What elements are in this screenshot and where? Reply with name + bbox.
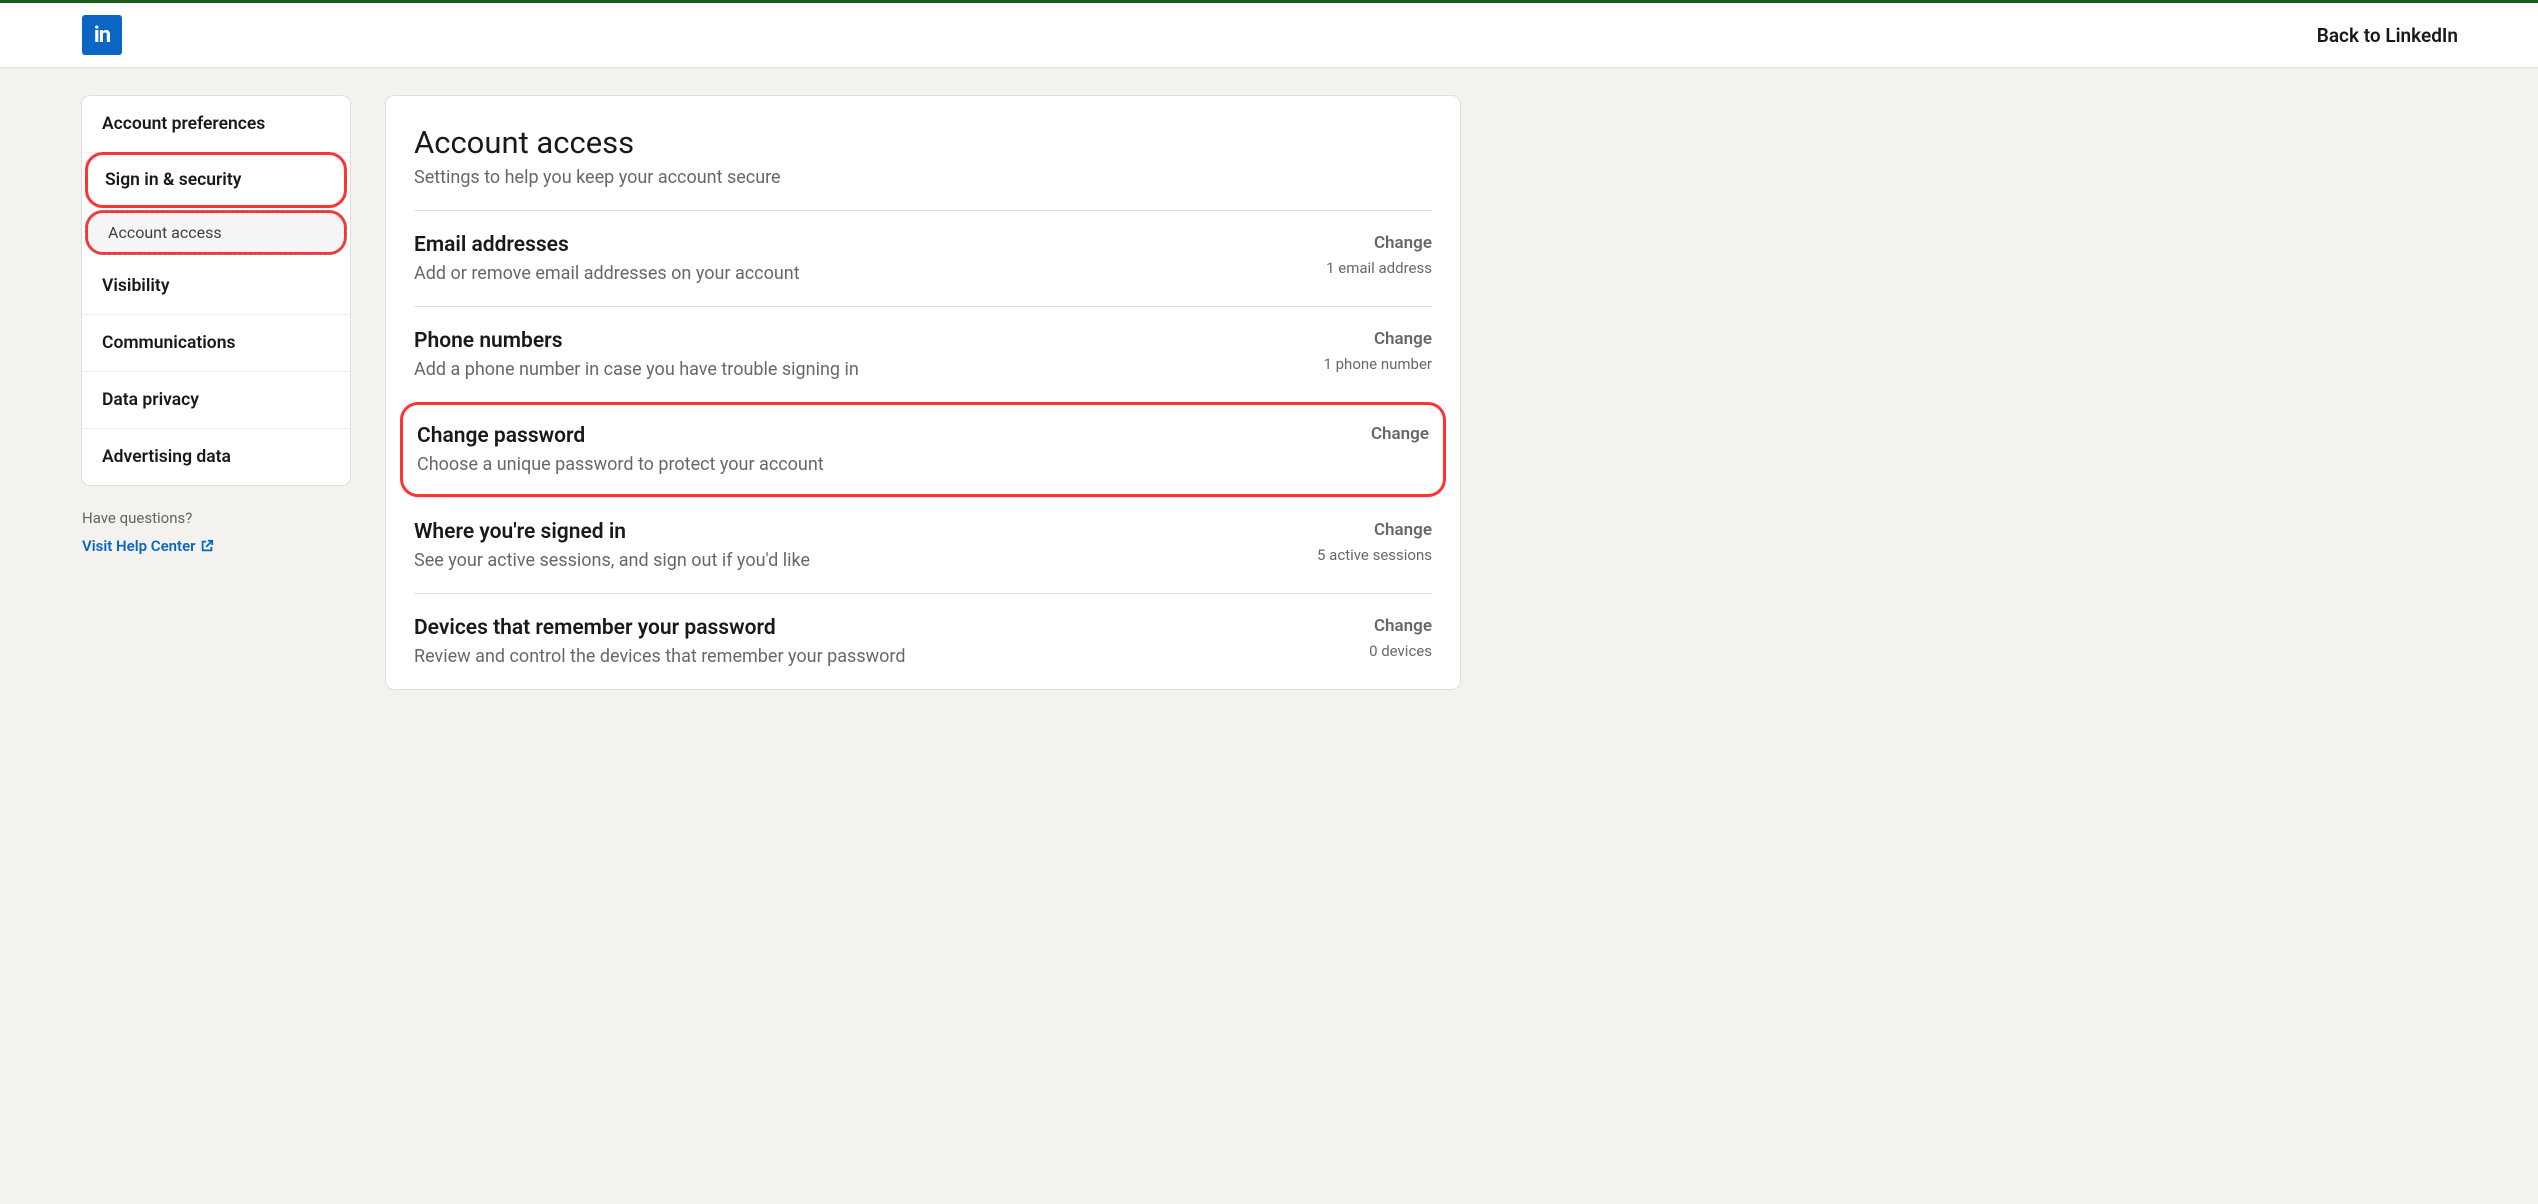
- sidebar-item-visibility[interactable]: Visibility: [82, 258, 350, 315]
- content-container: Account preferences Sign in & security A…: [0, 68, 1540, 689]
- setting-row-email-addresses[interactable]: Email addresses Add or remove email addr…: [414, 210, 1432, 306]
- back-to-linkedin-link[interactable]: Back to LinkedIn: [2317, 24, 2458, 47]
- row-desc: Add a phone number in case you have trou…: [414, 359, 1303, 380]
- row-meta: 1 email address: [1326, 259, 1432, 277]
- settings-sidebar: Account preferences Sign in & security A…: [82, 96, 350, 689]
- change-action: Change: [1326, 233, 1432, 253]
- row-right: Change 0 devices: [1349, 616, 1432, 660]
- row-title: Email addresses: [414, 233, 1306, 257]
- row-left: Devices that remember your password Revi…: [414, 616, 1349, 667]
- row-desc: Review and control the devices that reme…: [414, 646, 1349, 667]
- sidebar-item-communications[interactable]: Communications: [82, 315, 350, 372]
- page-title: Account access: [414, 124, 1432, 161]
- visit-help-center-link[interactable]: Visit Help Center: [82, 537, 214, 555]
- row-desc: Choose a unique password to protect your…: [417, 454, 1351, 475]
- setting-row-where-signed-in[interactable]: Where you're signed in See your active s…: [414, 497, 1432, 593]
- page-subtitle: Settings to help you keep your account s…: [414, 167, 1432, 188]
- setting-row-phone-numbers[interactable]: Phone numbers Add a phone number in case…: [414, 306, 1432, 402]
- global-header: in Back to LinkedIn: [0, 3, 2538, 68]
- row-meta: 0 devices: [1369, 642, 1432, 660]
- row-meta: 1 phone number: [1323, 355, 1432, 373]
- sidebar-card: Account preferences Sign in & security A…: [82, 96, 350, 485]
- row-title: Change password: [417, 424, 1351, 448]
- row-left: Email addresses Add or remove email addr…: [414, 233, 1306, 284]
- row-left: Where you're signed in See your active s…: [414, 520, 1297, 571]
- setting-row-devices-remember-password[interactable]: Devices that remember your password Revi…: [414, 593, 1432, 689]
- sidebar-subitem-account-access[interactable]: Account access: [85, 210, 347, 255]
- row-title: Where you're signed in: [414, 520, 1297, 544]
- logo-text: in: [94, 23, 110, 48]
- row-title: Phone numbers: [414, 329, 1303, 353]
- row-right: Change 5 active sessions: [1297, 520, 1432, 564]
- row-left: Phone numbers Add a phone number in case…: [414, 329, 1303, 380]
- row-right: Change 1 email address: [1306, 233, 1432, 277]
- row-title: Devices that remember your password: [414, 616, 1349, 640]
- row-desc: Add or remove email addresses on your ac…: [414, 263, 1306, 284]
- row-meta: 5 active sessions: [1317, 546, 1432, 564]
- sidebar-item-account-preferences[interactable]: Account preferences: [82, 96, 350, 153]
- help-question-text: Have questions?: [82, 509, 350, 527]
- change-action: Change: [1371, 424, 1429, 444]
- main-panel: Account access Settings to help you keep…: [386, 96, 1460, 689]
- linkedin-logo[interactable]: in: [82, 15, 122, 55]
- change-action: Change: [1323, 329, 1432, 349]
- row-left: Change password Choose a unique password…: [417, 424, 1351, 475]
- sidebar-item-sign-in-security[interactable]: Sign in & security: [85, 152, 347, 208]
- row-right: Change: [1351, 424, 1429, 450]
- external-link-icon: [200, 539, 214, 553]
- change-action: Change: [1317, 520, 1432, 540]
- change-action: Change: [1369, 616, 1432, 636]
- setting-row-change-password[interactable]: Change password Choose a unique password…: [400, 402, 1446, 497]
- row-right: Change 1 phone number: [1303, 329, 1432, 373]
- help-link-label: Visit Help Center: [82, 537, 196, 555]
- sidebar-item-advertising-data[interactable]: Advertising data: [82, 429, 350, 485]
- sidebar-item-data-privacy[interactable]: Data privacy: [82, 372, 350, 429]
- row-desc: See your active sessions, and sign out i…: [414, 550, 1297, 571]
- help-area: Have questions? Visit Help Center: [82, 509, 350, 555]
